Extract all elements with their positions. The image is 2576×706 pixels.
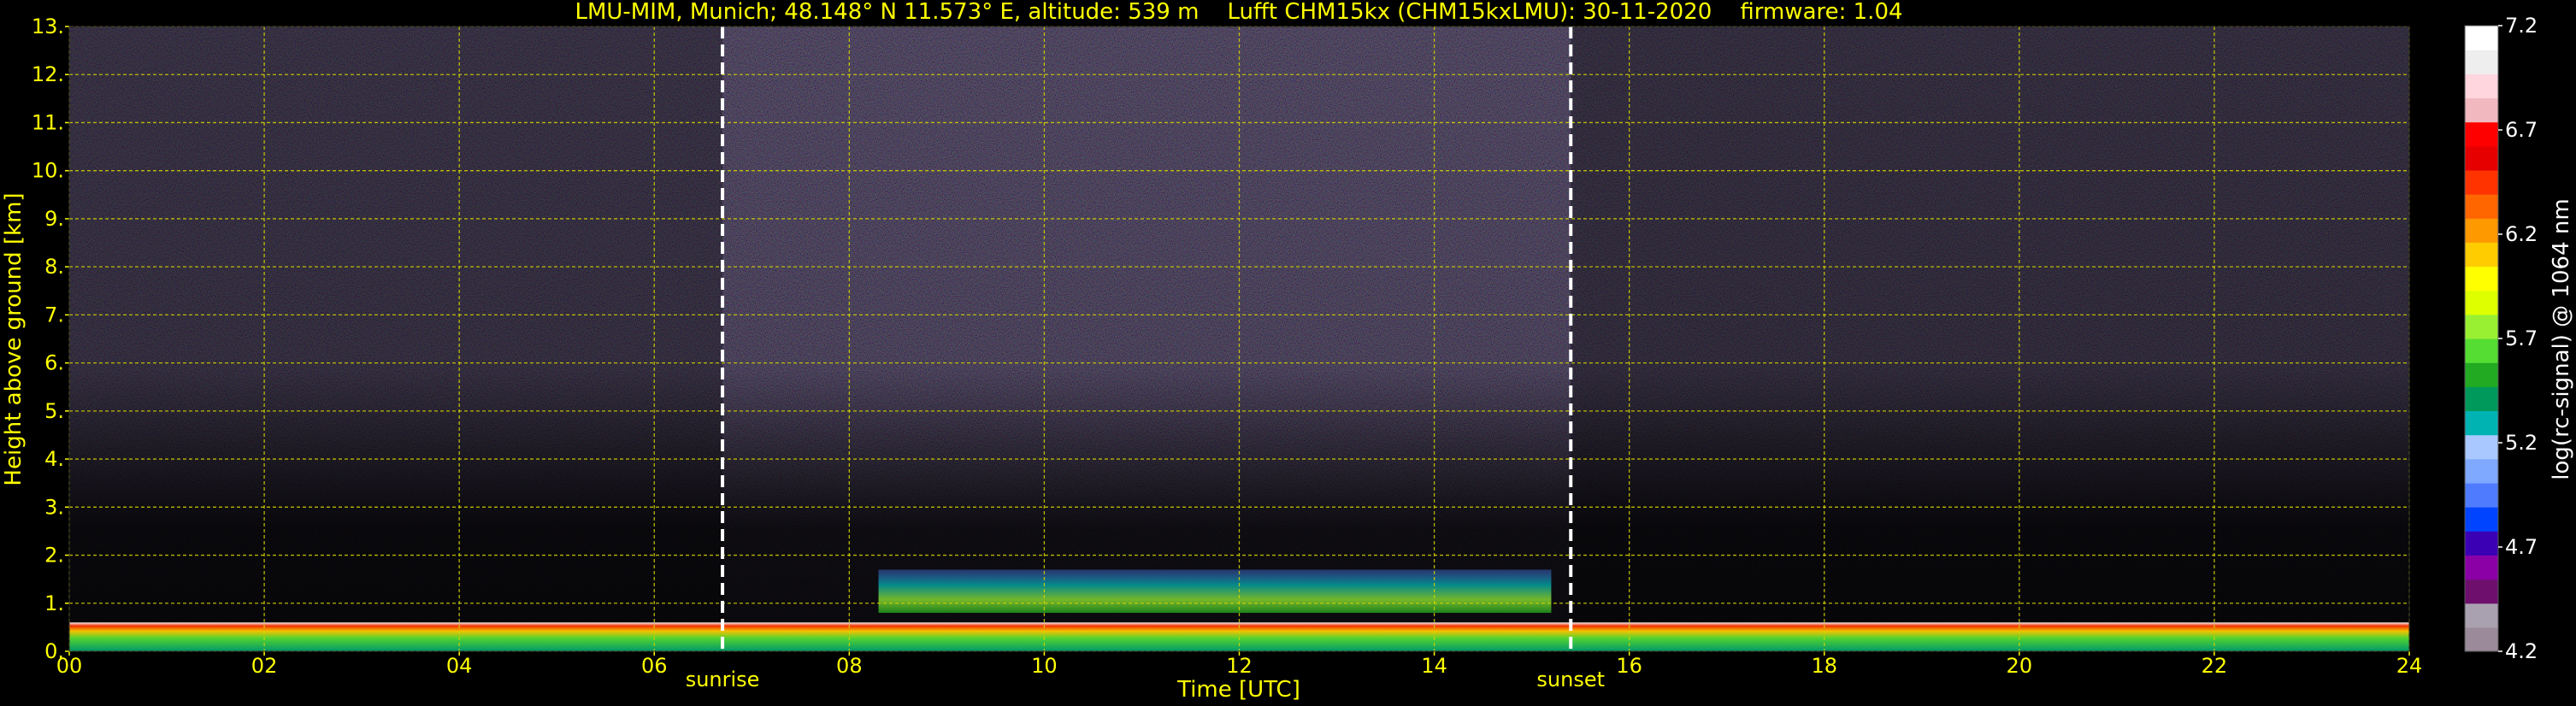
aerosol-layer (878, 569, 1552, 614)
colorbar-segment (2465, 290, 2498, 315)
y-tick-label: 7. (44, 303, 64, 327)
y-tick-label: 10. (32, 159, 64, 183)
colorbar-segment (2465, 507, 2498, 532)
colorbar: 4.2 4.7 5.2 5.7 6.2 6.7 7.2 (2464, 14, 2538, 663)
colorbar-segment (2465, 362, 2498, 387)
colorbar-segment (2465, 74, 2498, 99)
colorbar-tick-label: 7.2 (2505, 14, 2538, 38)
y-tick-label: 13. (32, 15, 64, 38)
colorbar-label: log(rc-signal) @ 1064 nm (2549, 198, 2574, 479)
x-tick-label: 04 (446, 654, 473, 678)
y-tick-label: 2. (44, 544, 64, 568)
colorbar-segment (2465, 26, 2498, 50)
y-tick-label: 12. (32, 62, 64, 86)
colorbar-segment (2465, 386, 2498, 412)
x-tick-label: 24 (2396, 654, 2423, 678)
colorbar-segment (2465, 242, 2498, 268)
colorbar-segment (2465, 482, 2498, 508)
x-tick-label: 20 (2007, 654, 2033, 678)
x-tick-label: 08 (836, 654, 863, 678)
night-shade-evening (1571, 26, 2409, 651)
colorbar-segment (2465, 531, 2498, 556)
colorbar-segment (2465, 579, 2498, 604)
chart-title: LMU-MIM, Munich; 48.148° N 11.573° E, al… (575, 0, 1902, 25)
colorbar-segment (2465, 121, 2498, 147)
x-tick-label: 14 (1421, 654, 1447, 678)
y-tick-label: 8. (44, 255, 64, 279)
sunrise-label: sunrise (686, 668, 760, 691)
colorbar-segment (2465, 169, 2498, 195)
colorbar-segment (2465, 434, 2498, 460)
colorbar-segment (2465, 555, 2498, 580)
y-tick-label: 3. (44, 495, 64, 519)
y-axis-label: Height above ground [km] (1, 192, 27, 485)
colorbar-segment (2465, 194, 2498, 219)
colorbar-segment (2465, 145, 2498, 171)
colorbar-segment (2465, 218, 2498, 243)
colorbar-segment (2465, 338, 2498, 363)
colorbar-segment (2465, 410, 2498, 436)
y-tick-label: 9. (44, 207, 64, 231)
x-tick-label: 22 (2202, 654, 2228, 678)
x-tick-label: 18 (1811, 654, 1837, 678)
colorbar-segment (2465, 97, 2498, 123)
colorbar-tick-label: 5.2 (2505, 431, 2538, 455)
colorbar-tick-label: 4.7 (2505, 535, 2538, 559)
x-axis-label: Time [UTC] (1176, 677, 1300, 703)
x-tick-label: 06 (641, 654, 668, 678)
y-tick-label: 0. (44, 639, 64, 663)
y-tick-label: 6. (44, 351, 64, 375)
y-tick-label: 5. (44, 399, 64, 423)
sunset-label: sunset (1536, 668, 1605, 691)
x-tick-label: 10 (1031, 654, 1058, 678)
colorbar-segment (2465, 603, 2498, 628)
ceilometer-chart: sunrise sunset 00 02 04 06 08 10 12 14 16 18 20 22 24… (1, 0, 2574, 703)
night-shade-morning (69, 26, 723, 651)
colorbar-tick-label: 4.2 (2505, 639, 2538, 663)
colorbar-segment (2465, 458, 2498, 484)
y-tick-label: 4. (44, 447, 64, 471)
colorbar-segment (2465, 627, 2498, 652)
colorbar-segment (2465, 50, 2498, 74)
colorbar-segment (2465, 314, 2498, 339)
x-tick-label: 12 (1226, 654, 1253, 678)
y-tick-label: 1. (44, 591, 64, 615)
colorbar-tick-label: 6.7 (2505, 118, 2538, 142)
colorbar-segment (2465, 266, 2498, 291)
y-tick-label: 11. (32, 110, 64, 134)
x-tick-label: 16 (1616, 654, 1642, 678)
colorbar-tick-label: 6.2 (2505, 222, 2538, 246)
x-tick-label: 02 (251, 654, 278, 678)
colorbar-tick-label: 5.7 (2505, 327, 2538, 350)
